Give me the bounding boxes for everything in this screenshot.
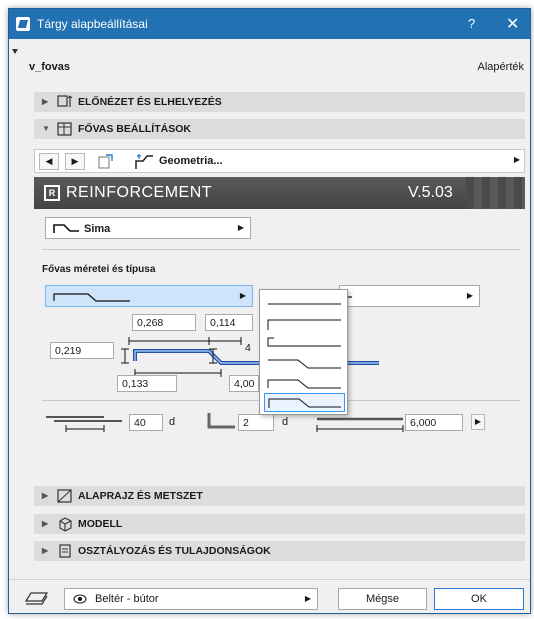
object-name: v_fovas [29, 61, 70, 73]
expand-arrow-icon: ▶ [42, 491, 49, 500]
lap-unit: d [169, 416, 176, 428]
parameters-icon [57, 122, 72, 136]
title-bar: Tárgy alapbeállításai ? ✕ [9, 9, 530, 39]
footer-divider [9, 579, 530, 580]
dropdown-arrow-icon: ▶ [304, 594, 311, 603]
page-navigator: ◀ ▶ Geometria... ▶ [34, 149, 525, 173]
classification-icon [59, 544, 71, 558]
top-right-length-field[interactable]: 0,114 [205, 314, 253, 331]
default-button[interactable]: Alapérték [478, 61, 524, 73]
model-cube-icon [59, 517, 72, 532]
section-preview[interactable]: ▶ ELŐNÉZET ÉS ELHELYEZÉS [34, 92, 525, 112]
section-label: OSZTÁLYOZÁS ÉS TULAJDONSÁGOK [78, 545, 271, 557]
collapse-arrow-icon: ▼ [42, 124, 50, 133]
section-label: ALAPRAJZ ÉS METSZET [78, 490, 203, 502]
section-label: MODELL [78, 518, 123, 530]
lap-length-field[interactable]: 40 [129, 414, 163, 431]
hook-length-field[interactable]: 2 [238, 414, 274, 431]
bottom-right-length-field[interactable]: 4,00 [229, 375, 259, 392]
layer-name: Beltér - bútor [95, 593, 159, 605]
bar-type-option-selected[interactable] [264, 393, 345, 412]
expand-arrow-icon: ▶ [42, 519, 49, 528]
hook-unit: d [282, 416, 289, 428]
section-label: ELŐNÉZET ÉS ELHELYEZÉS [78, 96, 222, 108]
section-main-bar[interactable]: ▼ FŐVAS BEÁLLÍTÁSOK [34, 119, 525, 139]
page-export-icon[interactable] [97, 153, 115, 170]
help-button[interactable]: ? [468, 16, 475, 31]
bar-type-popup [259, 289, 348, 415]
collapse-marker-icon[interactable] [12, 49, 18, 54]
window-title: Tárgy alapbeállításai [37, 17, 148, 31]
dropdown-arrow-icon: ▶ [466, 291, 473, 300]
ok-button[interactable]: OK [434, 588, 524, 610]
section-label: FŐVAS BEÁLLÍTÁSOK [78, 123, 191, 135]
bar-type-option[interactable] [264, 334, 345, 353]
reinforcement-banner: R REINFORCEMENT V.5.03 [34, 177, 525, 209]
bar-shape-value: Sima [84, 223, 111, 235]
left-height-field[interactable]: 0,219 [50, 342, 114, 359]
next-page-button[interactable]: ▶ [65, 153, 85, 170]
reinforcement-logo-icon: R [44, 185, 60, 201]
close-button[interactable]: ✕ [506, 14, 519, 34]
total-length-field[interactable]: 6,000 [405, 414, 463, 431]
archicad-icon [16, 17, 30, 31]
cranked-bar-icon [268, 359, 341, 369]
lap-length-icon [46, 416, 122, 432]
section-model[interactable]: ▶ MODELL [34, 514, 525, 534]
bar-type-option[interactable] [264, 374, 345, 393]
bottom-left-length-field[interactable]: 0,133 [117, 375, 177, 392]
hooked-bar-icon [267, 319, 341, 330]
banner-version: V.5.03 [408, 184, 453, 201]
geometry-page-icon [135, 154, 153, 169]
bar-type-option[interactable] [264, 294, 345, 313]
object-settings-dialog: Tárgy alapbeállításai ? ✕ v_fovas Alapér… [8, 8, 531, 614]
middle-height-field[interactable]: 4 [241, 340, 257, 357]
bar-end-select[interactable]: ▶ [339, 285, 480, 307]
bar-type-select[interactable]: ▶ [45, 285, 253, 307]
length-menu-button[interactable]: ▶ [471, 414, 485, 430]
floorplan-section-icon [57, 489, 72, 503]
preview-placement-icon [57, 95, 73, 107]
dropdown-arrow-icon: ▶ [239, 291, 246, 300]
hook-length-icon [207, 413, 235, 429]
dropdown-arrow-icon: ▶ [237, 223, 244, 232]
divider [42, 249, 520, 250]
section-classification[interactable]: ▶ OSZTÁLYOZÁS ÉS TULAJDONSÁGOK [34, 541, 525, 561]
bar-type-option[interactable] [264, 354, 345, 373]
bar-dimensions-caption: Fővas méretei és típusa [42, 264, 156, 275]
end-hooked-bar-icon [268, 398, 341, 408]
top-left-length-field[interactable]: 0,268 [132, 314, 196, 331]
hooked-cranked-bar-icon [267, 379, 341, 389]
eye-icon [73, 594, 87, 604]
bar-type-shape-icon [53, 293, 130, 302]
cancel-button[interactable]: Mégse [338, 588, 427, 610]
u-hook-bar-icon [267, 337, 341, 347]
current-page-label[interactable]: Geometria... [159, 155, 223, 167]
plain-bar-shape-icon [53, 224, 79, 233]
banner-stripes [466, 177, 525, 209]
banner-brand: REINFORCEMENT [66, 184, 213, 201]
expand-arrow-icon: ▶ [42, 546, 49, 555]
section-floorplan[interactable]: ▶ ALAPRAJZ ÉS METSZET [34, 486, 525, 506]
expand-arrow-icon: ▶ [42, 97, 49, 106]
page-menu-arrow-icon[interactable]: ▶ [514, 155, 520, 164]
layer-select[interactable]: Beltér - bútor ▶ [64, 588, 318, 610]
bar-shape-select[interactable]: Sima ▶ [45, 217, 251, 239]
layer-stack-icon [24, 592, 49, 605]
bar-type-option[interactable] [264, 314, 345, 333]
straight-bar-icon [268, 303, 341, 305]
previous-page-button[interactable]: ◀ [39, 153, 59, 170]
